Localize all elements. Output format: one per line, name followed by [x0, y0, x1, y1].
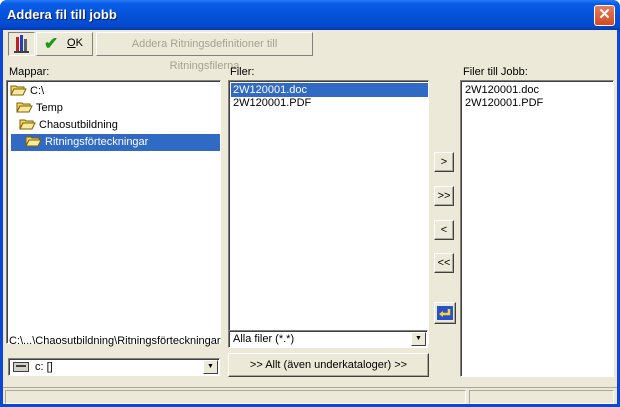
- file-item[interactable]: 2W120001.doc: [231, 83, 428, 97]
- current-path-label: C:\...\Chaosutbildning\Ritningsförteckni…: [9, 335, 221, 347]
- job-file-item[interactable]: 2W120001.doc: [463, 83, 541, 97]
- tree-item-temp[interactable]: Temp: [16, 100, 63, 117]
- checkmark-icon: ✔: [44, 34, 59, 53]
- filer-label: Filer:: [230, 66, 255, 78]
- tree-item-chaosutbildning[interactable]: Chaosutbildning: [19, 117, 118, 134]
- add-all-subfolders-button[interactable]: >> Allt (även underkataloger) >>: [228, 353, 429, 377]
- folder-tree[interactable]: C:\ Temp Chaosutbildning Ritningsförteck…: [6, 80, 221, 344]
- file-filter-select[interactable]: Alla filer (*.*) ▼: [228, 330, 428, 348]
- add-selected-button[interactable]: >: [434, 152, 454, 172]
- remove-all-button[interactable]: <<: [434, 253, 454, 273]
- open-folder-icon: [25, 136, 42, 147]
- chevron-down-icon[interactable]: ▼: [411, 332, 426, 346]
- tree-item-c-drive[interactable]: C:\: [10, 83, 44, 100]
- drive-select[interactable]: c: [] ▼: [8, 358, 220, 376]
- close-icon: ✕: [598, 6, 611, 23]
- addera-ritningsdefinitioner-button: Addera Ritningsdefinitioner till Ritning…: [96, 32, 313, 72]
- drive-value: c: []: [35, 361, 53, 373]
- window-title: Addera fil till jobb: [7, 7, 117, 22]
- file-list[interactable]: 2W120001.doc 2W120001.PDF: [228, 80, 429, 344]
- open-folder-icon: [16, 102, 33, 113]
- job-file-list[interactable]: 2W120001.doc 2W120001.PDF: [460, 80, 614, 377]
- file-filter-value: Alla filer (*.*): [233, 333, 295, 345]
- close-button[interactable]: ✕: [594, 5, 615, 26]
- status-pane: [469, 390, 614, 404]
- tree-item-ritningsforteckningar[interactable]: Ritningsförteckningar: [11, 134, 220, 151]
- return-arrow-icon: [437, 306, 453, 320]
- add-all-button[interactable]: >>: [434, 186, 454, 206]
- open-folder-icon: [19, 119, 36, 130]
- drive-icon: [13, 362, 29, 372]
- job-file-item[interactable]: 2W120001.PDF: [463, 96, 545, 110]
- tool-icon: [14, 35, 29, 53]
- file-item[interactable]: 2W120001.PDF: [231, 96, 313, 110]
- tool-button[interactable]: [8, 32, 35, 56]
- status-bar: [3, 387, 617, 404]
- filer-till-jobb-label: Filer till Jobb:: [463, 66, 528, 78]
- remove-selected-button[interactable]: <: [434, 220, 454, 240]
- open-folder-icon: [10, 85, 27, 96]
- status-pane: [5, 390, 466, 404]
- ok-button[interactable]: ✔ OK: [36, 32, 93, 56]
- dialog-client: ✔ OK Addera Ritningsdefinitioner till Ri…: [3, 30, 617, 404]
- chevron-down-icon[interactable]: ▼: [203, 360, 218, 374]
- dialog-window: Addera fil till jobb ✕ ✔ OK Addera Ritni…: [0, 0, 620, 407]
- mappar-label: Mappar:: [9, 66, 50, 78]
- ok-label: OK: [67, 37, 83, 49]
- return-button[interactable]: [434, 302, 456, 324]
- title-bar[interactable]: Addera fil till jobb ✕: [0, 0, 620, 30]
